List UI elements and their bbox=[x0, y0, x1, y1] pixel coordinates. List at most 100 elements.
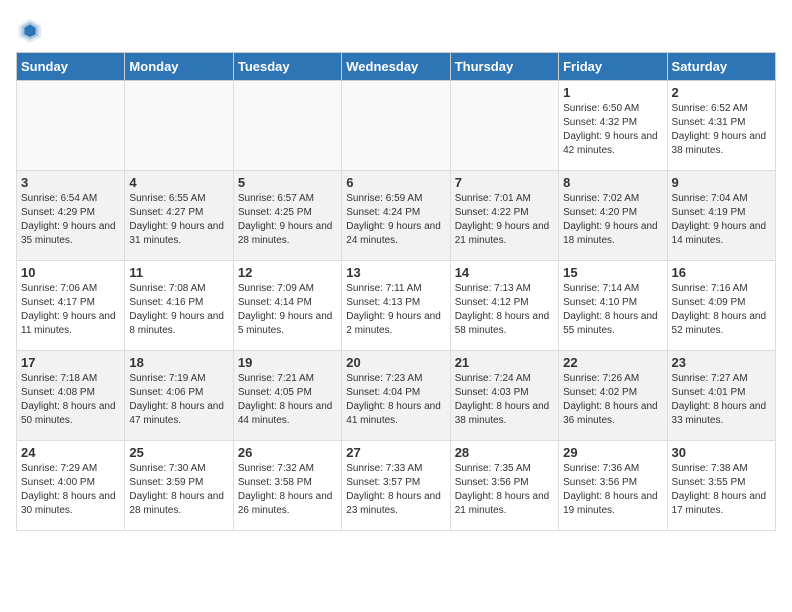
day-number: 21 bbox=[455, 355, 554, 370]
calendar-cell bbox=[17, 81, 125, 171]
day-info: Sunrise: 6:55 AM Sunset: 4:27 PM Dayligh… bbox=[129, 192, 228, 248]
calendar-cell: 30Sunrise: 7:38 AM Sunset: 3:55 PM Dayli… bbox=[667, 441, 775, 531]
calendar-cell: 18 Sunrise: 7:19 AM Sunset: 4:06 PM Dayli… bbox=[125, 351, 233, 441]
calendar-cell: 5 Sunrise: 6:57 AM Sunset: 4:25 PM Daylig… bbox=[233, 171, 341, 261]
day-info: Sunrise: 7:33 AM Sunset: 3:57 PM Dayligh… bbox=[346, 462, 445, 518]
day-number: 20 bbox=[346, 355, 445, 370]
calendar-cell: 22 Sunrise: 7:26 AM Sunset: 4:02 PM Dayli… bbox=[559, 351, 667, 441]
calendar-cell: 16 Sunrise: 7:16 AM Sunset: 4:09 PM Dayli… bbox=[667, 261, 775, 351]
calendar-cell: 25 Sunrise: 7:30 AM Sunset: 3:59 PM Dayli… bbox=[125, 441, 233, 531]
day-number: 27 bbox=[346, 445, 445, 460]
calendar-week-row: 24Sunrise: 7:29 AM Sunset: 4:00 PM Dayli… bbox=[17, 441, 776, 531]
calendar-cell: 17Sunrise: 7:18 AM Sunset: 4:08 PM Dayli… bbox=[17, 351, 125, 441]
page-header bbox=[16, 16, 776, 44]
day-number: 17 bbox=[21, 355, 120, 370]
day-info: Sunrise: 6:54 AM Sunset: 4:29 PM Dayligh… bbox=[21, 192, 120, 248]
calendar-cell: 29 Sunrise: 7:36 AM Sunset: 3:56 PM Dayli… bbox=[559, 441, 667, 531]
day-info: Sunrise: 7:02 AM Sunset: 4:20 PM Dayligh… bbox=[563, 192, 662, 248]
day-number: 3 bbox=[21, 175, 120, 190]
day-number: 5 bbox=[238, 175, 337, 190]
day-info: Sunrise: 7:27 AM Sunset: 4:01 PM Dayligh… bbox=[672, 372, 771, 428]
calendar-cell: 13 Sunrise: 7:11 AM Sunset: 4:13 PM Dayli… bbox=[342, 261, 450, 351]
day-info: Sunrise: 7:24 AM Sunset: 4:03 PM Dayligh… bbox=[455, 372, 554, 428]
day-info: Sunrise: 7:35 AM Sunset: 3:56 PM Dayligh… bbox=[455, 462, 554, 518]
day-info: Sunrise: 7:16 AM Sunset: 4:09 PM Dayligh… bbox=[672, 282, 771, 338]
day-number: 18 bbox=[129, 355, 228, 370]
logo bbox=[16, 16, 48, 44]
calendar-cell: 24Sunrise: 7:29 AM Sunset: 4:00 PM Dayli… bbox=[17, 441, 125, 531]
calendar-cell: 11 Sunrise: 7:08 AM Sunset: 4:16 PM Dayli… bbox=[125, 261, 233, 351]
calendar-cell: 8 Sunrise: 7:02 AM Sunset: 4:20 PM Daylig… bbox=[559, 171, 667, 261]
day-info: Sunrise: 7:19 AM Sunset: 4:06 PM Dayligh… bbox=[129, 372, 228, 428]
calendar-cell: 28 Sunrise: 7:35 AM Sunset: 3:56 PM Dayli… bbox=[450, 441, 558, 531]
day-number: 25 bbox=[129, 445, 228, 460]
calendar-cell: 1 Sunrise: 6:50 AM Sunset: 4:32 PM Daylig… bbox=[559, 81, 667, 171]
day-info: Sunrise: 7:08 AM Sunset: 4:16 PM Dayligh… bbox=[129, 282, 228, 338]
calendar-cell: 12 Sunrise: 7:09 AM Sunset: 4:14 PM Dayli… bbox=[233, 261, 341, 351]
day-info: Sunrise: 6:57 AM Sunset: 4:25 PM Dayligh… bbox=[238, 192, 337, 248]
day-info: Sunrise: 6:52 AM Sunset: 4:31 PM Dayligh… bbox=[672, 102, 771, 158]
calendar-week-row: 17Sunrise: 7:18 AM Sunset: 4:08 PM Dayli… bbox=[17, 351, 776, 441]
calendar-cell: 21 Sunrise: 7:24 AM Sunset: 4:03 PM Dayli… bbox=[450, 351, 558, 441]
calendar-header-monday: Monday bbox=[125, 53, 233, 81]
calendar-cell bbox=[125, 81, 233, 171]
day-number: 29 bbox=[563, 445, 662, 460]
day-info: Sunrise: 7:14 AM Sunset: 4:10 PM Dayligh… bbox=[563, 282, 662, 338]
day-info: Sunrise: 7:23 AM Sunset: 4:04 PM Dayligh… bbox=[346, 372, 445, 428]
day-number: 7 bbox=[455, 175, 554, 190]
day-info: Sunrise: 7:04 AM Sunset: 4:19 PM Dayligh… bbox=[672, 192, 771, 248]
logo-icon bbox=[16, 16, 44, 44]
calendar-header-tuesday: Tuesday bbox=[233, 53, 341, 81]
day-info: Sunrise: 6:59 AM Sunset: 4:24 PM Dayligh… bbox=[346, 192, 445, 248]
day-number: 22 bbox=[563, 355, 662, 370]
calendar-cell: 15 Sunrise: 7:14 AM Sunset: 4:10 PM Dayli… bbox=[559, 261, 667, 351]
calendar-cell: 3 Sunrise: 6:54 AM Sunset: 4:29 PM Daylig… bbox=[17, 171, 125, 261]
day-number: 8 bbox=[563, 175, 662, 190]
calendar-cell: 10 Sunrise: 7:06 AM Sunset: 4:17 PM Dayli… bbox=[17, 261, 125, 351]
calendar-cell bbox=[342, 81, 450, 171]
day-info: Sunrise: 7:32 AM Sunset: 3:58 PM Dayligh… bbox=[238, 462, 337, 518]
calendar-header-wednesday: Wednesday bbox=[342, 53, 450, 81]
day-number: 1 bbox=[563, 85, 662, 100]
calendar-cell: 4 Sunrise: 6:55 AM Sunset: 4:27 PM Daylig… bbox=[125, 171, 233, 261]
day-number: 12 bbox=[238, 265, 337, 280]
day-number: 11 bbox=[129, 265, 228, 280]
day-info: Sunrise: 7:09 AM Sunset: 4:14 PM Dayligh… bbox=[238, 282, 337, 338]
calendar-cell bbox=[450, 81, 558, 171]
day-number: 28 bbox=[455, 445, 554, 460]
calendar-cell: 2 Sunrise: 6:52 AM Sunset: 4:31 PM Daylig… bbox=[667, 81, 775, 171]
calendar-cell: 9Sunrise: 7:04 AM Sunset: 4:19 PM Daylig… bbox=[667, 171, 775, 261]
day-number: 4 bbox=[129, 175, 228, 190]
day-number: 13 bbox=[346, 265, 445, 280]
calendar-week-row: 3 Sunrise: 6:54 AM Sunset: 4:29 PM Daylig… bbox=[17, 171, 776, 261]
day-info: Sunrise: 7:13 AM Sunset: 4:12 PM Dayligh… bbox=[455, 282, 554, 338]
calendar-cell: 27 Sunrise: 7:33 AM Sunset: 3:57 PM Dayli… bbox=[342, 441, 450, 531]
day-info: Sunrise: 7:36 AM Sunset: 3:56 PM Dayligh… bbox=[563, 462, 662, 518]
calendar-header-saturday: Saturday bbox=[667, 53, 775, 81]
day-info: Sunrise: 7:26 AM Sunset: 4:02 PM Dayligh… bbox=[563, 372, 662, 428]
day-number: 16 bbox=[672, 265, 771, 280]
day-number: 6 bbox=[346, 175, 445, 190]
day-info: Sunrise: 7:30 AM Sunset: 3:59 PM Dayligh… bbox=[129, 462, 228, 518]
day-number: 2 bbox=[672, 85, 771, 100]
calendar-cell: 6 Sunrise: 6:59 AM Sunset: 4:24 PM Daylig… bbox=[342, 171, 450, 261]
calendar-cell: 19Sunrise: 7:21 AM Sunset: 4:05 PM Dayli… bbox=[233, 351, 341, 441]
calendar-header-thursday: Thursday bbox=[450, 53, 558, 81]
day-info: Sunrise: 7:11 AM Sunset: 4:13 PM Dayligh… bbox=[346, 282, 445, 338]
calendar-header-sunday: Sunday bbox=[17, 53, 125, 81]
day-number: 24 bbox=[21, 445, 120, 460]
calendar-week-row: 1 Sunrise: 6:50 AM Sunset: 4:32 PM Daylig… bbox=[17, 81, 776, 171]
calendar-cell: 26 Sunrise: 7:32 AM Sunset: 3:58 PM Dayli… bbox=[233, 441, 341, 531]
calendar-week-row: 10 Sunrise: 7:06 AM Sunset: 4:17 PM Dayli… bbox=[17, 261, 776, 351]
day-number: 10 bbox=[21, 265, 120, 280]
day-number: 14 bbox=[455, 265, 554, 280]
day-info: Sunrise: 7:06 AM Sunset: 4:17 PM Dayligh… bbox=[21, 282, 120, 338]
day-info: Sunrise: 7:38 AM Sunset: 3:55 PM Dayligh… bbox=[672, 462, 771, 518]
day-info: Sunrise: 6:50 AM Sunset: 4:32 PM Dayligh… bbox=[563, 102, 662, 158]
day-number: 19 bbox=[238, 355, 337, 370]
calendar-cell: 20 Sunrise: 7:23 AM Sunset: 4:04 PM Dayli… bbox=[342, 351, 450, 441]
day-number: 15 bbox=[563, 265, 662, 280]
calendar-table: SundayMondayTuesdayWednesdayThursdayFrid… bbox=[16, 52, 776, 531]
day-number: 26 bbox=[238, 445, 337, 460]
day-info: Sunrise: 7:01 AM Sunset: 4:22 PM Dayligh… bbox=[455, 192, 554, 248]
